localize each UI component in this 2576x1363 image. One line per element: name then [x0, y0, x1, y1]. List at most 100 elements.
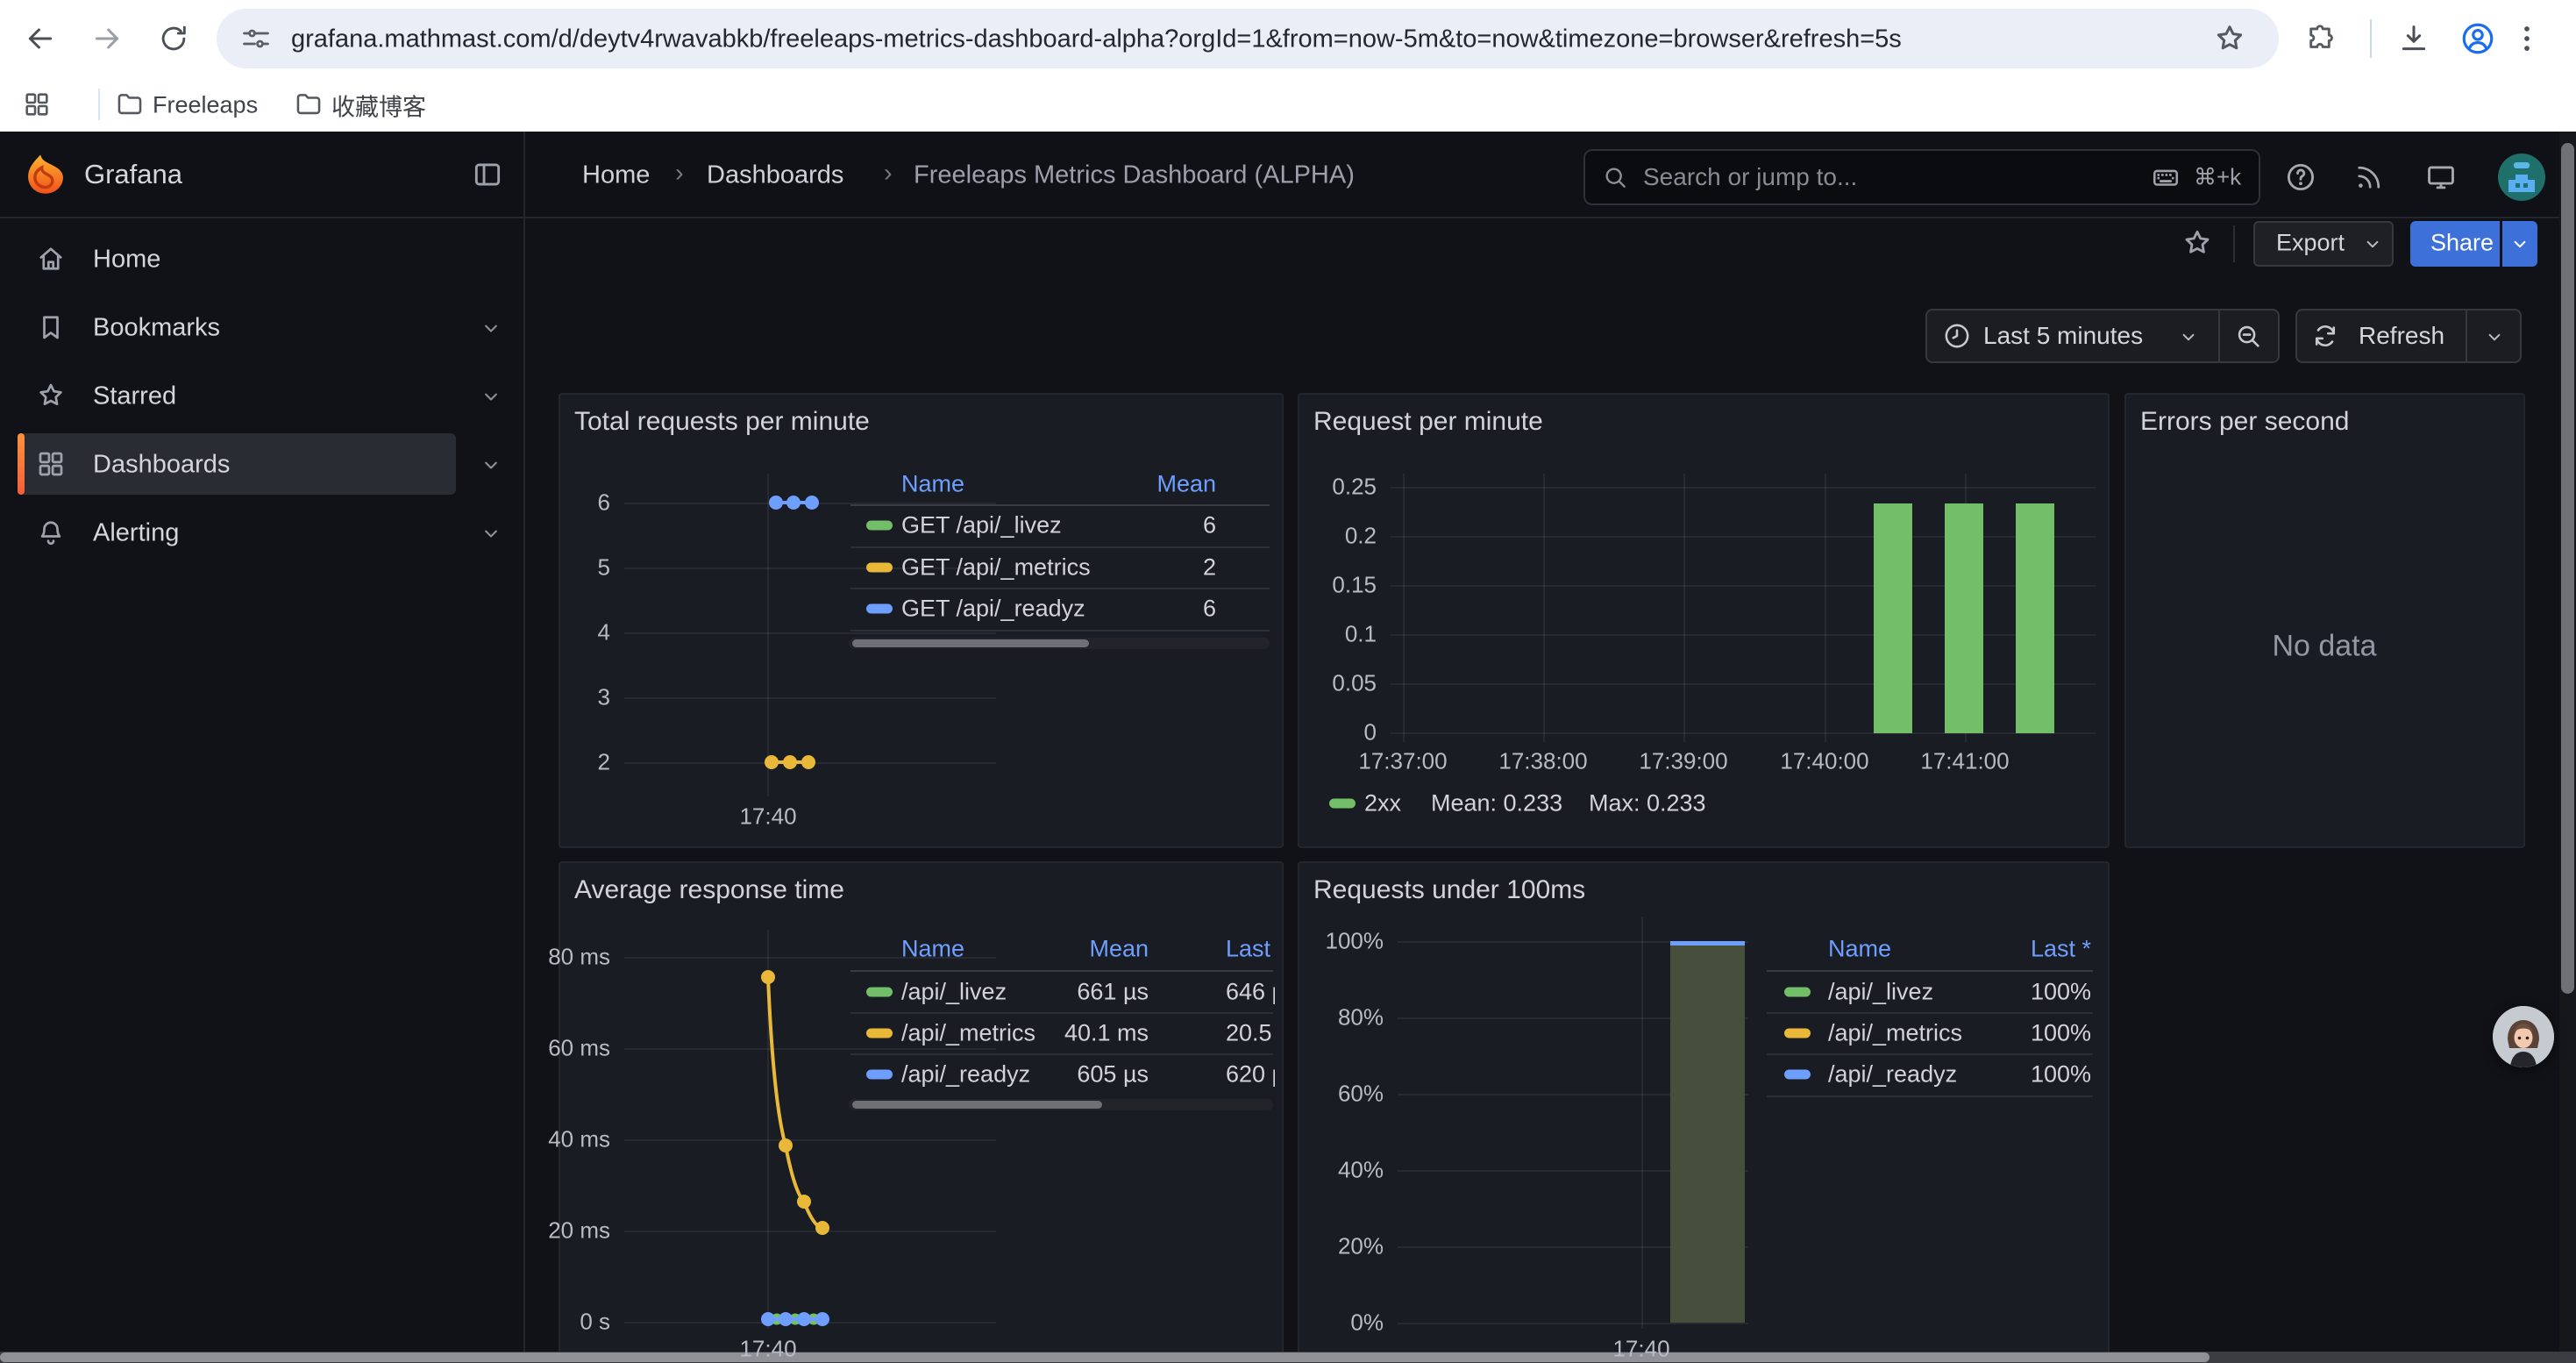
legend-column-name[interactable]: Name [901, 471, 964, 498]
legend-separator [1767, 1053, 2093, 1055]
sidebar-item-dashboards[interactable]: Dashboards [18, 433, 456, 495]
chevron-down-icon[interactable] [479, 453, 503, 482]
legend-separator [1767, 1095, 2093, 1097]
legend-mean-value: 6 [1128, 512, 1216, 539]
apps-grid-icon[interactable] [22, 89, 52, 124]
panel-title[interactable]: Request per minute [1313, 407, 1543, 437]
y-axis-tick: 6 [540, 489, 610, 517]
grafana-logo-icon[interactable] [23, 151, 68, 201]
sidebar-toggle-icon[interactable] [471, 158, 504, 196]
legend-last-value: 100% [1995, 1061, 2091, 1088]
legend-column-last[interactable]: Last * [1968, 936, 2091, 963]
legend-max-stat: Max: 0.233 [1589, 790, 1706, 817]
sidebar-item-starred[interactable]: Starred [18, 365, 456, 426]
active-item-indicator [18, 433, 25, 495]
legend-series-name[interactable]: /api/_livez [1828, 979, 1933, 1006]
legend-column-name[interactable]: Name [1828, 936, 1891, 963]
time-picker-divider [2218, 310, 2220, 361]
y-axis-tick: 0.25 [1289, 474, 1377, 501]
bar [2016, 503, 2054, 733]
gridline [1398, 1323, 1748, 1324]
y-axis-tick: 80% [1287, 1004, 1384, 1031]
user-avatar[interactable] [2498, 153, 2545, 205]
legend-series-name[interactable]: 2xx [1364, 790, 1401, 817]
legend-mean-value: 6 [1128, 596, 1216, 623]
legend-column-last[interactable]: Last * [1226, 936, 1275, 963]
search-icon [1601, 163, 1629, 196]
url-text[interactable]: grafana.mathmast.com/d/deytv4rwavabkb/fr… [291, 25, 1902, 54]
gridline [624, 632, 996, 634]
chevron-down-icon[interactable] [479, 521, 503, 550]
chevron-down-icon[interactable] [479, 316, 503, 345]
gridline [1391, 732, 2096, 734]
legend-scrollbar-thumb[interactable] [852, 639, 1089, 647]
refresh-chevron-down-icon [2483, 325, 2506, 353]
vertical-scrollbar-thumb[interactable] [2561, 143, 2574, 994]
bookmark-folder[interactable]: 收藏博客 [286, 84, 444, 125]
legend-series-name[interactable]: /api/_metrics [901, 1020, 1035, 1047]
panel-title[interactable]: Total requests per minute [574, 407, 870, 437]
y-axis-tick: 60 ms [514, 1035, 610, 1062]
sidebar-item-bookmarks[interactable]: Bookmarks [18, 296, 456, 358]
browser-reload-icon[interactable] [157, 22, 190, 60]
legend-series-name[interactable]: /api/_metrics [1828, 1020, 1962, 1047]
gridline [1391, 487, 2096, 489]
data-point [786, 496, 801, 510]
sidebar-item-alerting[interactable]: Alerting [18, 502, 456, 563]
legend-column-mean[interactable]: Mean [1043, 936, 1149, 963]
series-color-pill [866, 1029, 893, 1038]
clock-icon [1942, 321, 1972, 355]
series-color-pill [866, 563, 893, 573]
monitor-icon[interactable] [2424, 161, 2458, 198]
profile-icon[interactable] [2459, 20, 2496, 61]
bar [1945, 503, 1983, 733]
help-icon[interactable] [2284, 161, 2317, 198]
news-rss-icon[interactable] [2353, 161, 2385, 197]
panel-title[interactable]: Average response time [574, 875, 844, 905]
x-axis-tick: 17:38:00 [1498, 748, 1587, 775]
y-axis-tick: 40 ms [514, 1126, 610, 1153]
legend-column-mean[interactable]: Mean [1111, 471, 1216, 498]
y-axis-tick: 0 s [514, 1309, 610, 1336]
bookmark-folder-label: Freeleaps [153, 92, 258, 119]
floating-assistant-avatar[interactable] [2493, 1006, 2554, 1067]
legend-series-name[interactable]: /api/_livez [901, 979, 1007, 1006]
data-point [769, 496, 783, 510]
export-chevron-down-icon [2361, 232, 2384, 260]
browser-back-icon[interactable] [23, 21, 58, 61]
breadcrumb-item[interactable]: Home [582, 161, 650, 190]
legend-separator [1767, 1012, 2093, 1014]
panel-title[interactable]: Requests under 100ms [1313, 875, 1585, 905]
browser-menu-icon[interactable] [2510, 22, 2544, 60]
brand-title: Grafana [84, 159, 182, 190]
zoom-out-icon[interactable] [2233, 321, 2263, 355]
legend-last-value: 100% [1995, 979, 2091, 1006]
browser-forward-icon[interactable] [89, 21, 125, 61]
legend-series-name[interactable]: /api/_readyz [901, 1061, 1030, 1088]
bookmark-star-icon[interactable] [2212, 21, 2247, 61]
bookmarks-divider [98, 89, 100, 120]
panel-title[interactable]: Errors per second [2140, 407, 2349, 437]
sidebar-item-home[interactable]: Home [18, 228, 456, 289]
legend-last-value: 620 µs [1226, 1061, 1275, 1088]
toolbar-divider [2370, 19, 2372, 58]
legend-scrollbar-thumb[interactable] [852, 1101, 1102, 1109]
legend-series-name: GET /api/_livez [901, 512, 1062, 539]
legend-column-name[interactable]: Name [901, 936, 964, 963]
legend-separator [850, 970, 1273, 972]
legend-separator [850, 1012, 1273, 1014]
legend-series-name[interactable]: /api/_readyz [1828, 1061, 1957, 1088]
favorite-dashboard-star-icon[interactable] [2181, 226, 2214, 264]
x-axis-tick: 17:39:00 [1639, 748, 1727, 775]
extensions-icon[interactable] [2303, 22, 2337, 60]
chevron-down-icon[interactable] [479, 384, 503, 413]
horizontal-scrollbar-thumb[interactable] [0, 1352, 2210, 1362]
downloads-icon[interactable] [2396, 21, 2431, 61]
sidebar-divider [523, 132, 525, 1352]
site-settings-icon[interactable] [240, 23, 272, 59]
x-axis-tick: 17:40 [739, 803, 796, 831]
bookmark-folder[interactable]: Freeleaps [107, 84, 265, 125]
breadcrumb-item[interactable]: Dashboards [707, 161, 843, 190]
refresh-icon [2310, 321, 2340, 355]
y-axis-tick: 0.2 [1289, 523, 1377, 550]
